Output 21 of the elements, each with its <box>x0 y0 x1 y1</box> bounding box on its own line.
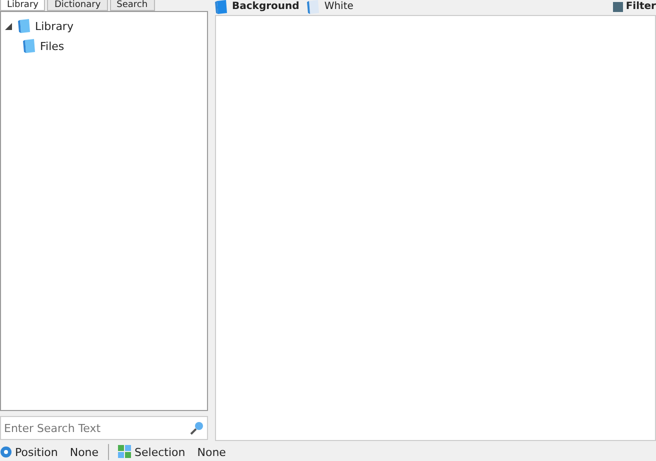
status-value: None <box>197 446 226 458</box>
status-label: Position <box>15 446 58 458</box>
grid-icon <box>118 445 132 459</box>
background-label[interactable]: Background <box>232 1 300 12</box>
panel-tab[interactable]: Dictionary <box>47 0 108 11</box>
tree-item[interactable]: Files <box>40 40 64 52</box>
status-value: None <box>70 446 99 458</box>
book-icon <box>23 38 37 54</box>
book-icon <box>18 18 32 34</box>
tree-item[interactable]: Library <box>35 20 74 32</box>
search-field[interactable]: Enter Search Text <box>0 416 208 440</box>
status-label: Selection <box>134 446 186 458</box>
color-label[interactable]: White <box>324 1 354 12</box>
panel-tab[interactable]: Library <box>0 0 46 11</box>
target-icon <box>0 446 12 458</box>
book-icon <box>215 0 229 14</box>
filter-label[interactable]: Filter <box>626 1 656 12</box>
expand-arrow-icon[interactable] <box>5 22 15 30</box>
panel-tab[interactable]: Search <box>110 0 155 11</box>
search-icon[interactable] <box>190 421 204 435</box>
book-icon <box>307 0 322 14</box>
